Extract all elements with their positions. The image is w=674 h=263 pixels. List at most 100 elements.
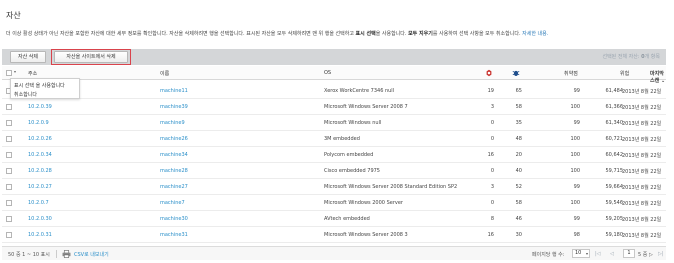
asset-name[interactable]: machine31 — [160, 232, 188, 238]
row-checkbox[interactable] — [6, 120, 12, 126]
asset-risk: 61,340 — [605, 120, 624, 126]
column-vulnerabilities[interactable]: 취약점 — [564, 70, 578, 77]
asset-name[interactable]: machine27 — [160, 184, 188, 190]
select-shown-menu-item[interactable]: 표시 선택 을 사용합니다 — [14, 82, 65, 89]
exploit-icon[interactable] — [485, 69, 493, 79]
row-checkbox[interactable] — [6, 232, 12, 238]
description-bold-clear-all: 모두 지우기 — [408, 31, 433, 37]
asset-last-scan: 2013년 8월 22일 — [622, 233, 662, 239]
table-row[interactable]: 10.2.0.30 machine30 AVtech embedded 8 46 99 59… — [2, 211, 666, 227]
asset-address[interactable]: 10.2.0.28 — [28, 168, 52, 174]
asset-address[interactable]: 10.2.0.30 — [28, 216, 52, 222]
asset-last-scan: 2013년 8월 22일 — [622, 201, 662, 207]
asset-vulnerabilities: 99 — [573, 184, 580, 190]
row-checkbox[interactable] — [6, 168, 12, 174]
row-checkbox[interactable] — [6, 152, 12, 158]
next-page-button[interactable]: 5 중 ▷ — [638, 251, 653, 258]
rows-per-page-label: 페이지당 행 수: — [532, 252, 565, 258]
asset-exploits: 3 — [490, 104, 494, 110]
page-description: 더 이상 활성 상태가 아닌 자산을 포함한 자산에 대한 세부 정보를 확인합… — [6, 30, 548, 37]
asset-risk: 60,642 — [605, 152, 624, 158]
asset-last-scan: 2013년 8월 22일 — [622, 185, 662, 191]
asset-os: Xerox WorkCentre 7346 null — [324, 88, 395, 94]
chevron-down-icon[interactable]: ▾ — [14, 69, 16, 74]
asset-last-scan: 2013년 8월 22일 — [622, 169, 662, 175]
asset-exploits: 19 — [487, 88, 494, 94]
asset-address[interactable]: 10.2.0.9 — [28, 120, 49, 126]
asset-malware: 52 — [515, 184, 522, 190]
last-page-button[interactable]: ▷| — [658, 251, 664, 257]
selected-count: 선택된 전체 자산: 0개 항목 — [602, 53, 660, 60]
asset-address[interactable]: 10.2.0.27 — [28, 184, 52, 190]
asset-os: Polycom embedded — [324, 152, 374, 158]
asset-malware: 40 — [515, 168, 522, 174]
table-row[interactable]: 10.2.0.28 machine28 Cisco embedded 7975 0 40… — [2, 163, 666, 179]
row-checkbox[interactable] — [6, 216, 12, 222]
column-address[interactable]: 주소 — [28, 70, 37, 77]
asset-vulnerabilities: 98 — [573, 232, 580, 238]
table-row[interactable]: 10.2.0.34 machine34 Polycom embedded 16 20 10… — [2, 147, 666, 163]
row-checkbox[interactable] — [6, 200, 12, 206]
export-csv-link[interactable]: CSV로 내보내기 — [74, 251, 109, 258]
page-number-input[interactable]: 1 — [623, 249, 635, 258]
select-all-checkbox[interactable] — [6, 70, 12, 76]
learn-more-link[interactable]: 자세한 내용. — [522, 31, 548, 37]
asset-malware: 30 — [515, 232, 522, 238]
asset-last-scan: 2013년 8월 22일 — [622, 153, 662, 159]
asset-exploits: 0 — [490, 200, 494, 206]
table-row[interactable]: 10.2.0.9 machine9 Microsoft Windows null 0 3… — [2, 115, 666, 131]
asset-malware: 35 — [515, 120, 522, 126]
asset-last-scan: 2013년 8월 22일 — [622, 121, 662, 127]
asset-name[interactable]: machine9 — [160, 120, 185, 126]
printer-icon[interactable] — [62, 250, 71, 258]
selected-suffix: 개 항목 — [644, 54, 660, 60]
row-checkbox[interactable] — [6, 136, 12, 142]
asset-os: Microsoft Windows null — [324, 120, 382, 126]
table-row[interactable]: machine11 Xerox WorkCentre 7346 null 19 65 9… — [2, 83, 666, 99]
asset-name[interactable]: machine11 — [160, 88, 188, 94]
prev-page-button[interactable]: ◁ — [610, 251, 614, 257]
asset-risk: 61,366 — [605, 104, 624, 110]
asset-address[interactable]: 10.2.0.34 — [28, 152, 52, 158]
table-row[interactable]: 10.2.0.27 machine27 Microsoft Windows Serv… — [2, 179, 666, 195]
asset-name[interactable]: machine28 — [160, 168, 188, 174]
asset-name[interactable]: machine30 — [160, 216, 188, 222]
table-row[interactable]: 10.2.0.39 machine39 Microsoft Windows Serv… — [2, 99, 666, 115]
column-os[interactable]: OS — [324, 70, 331, 76]
rows-per-page-select[interactable]: 10 ▾ — [572, 249, 590, 258]
asset-risk: 59,546 — [605, 200, 624, 206]
asset-name[interactable]: machine26 — [160, 136, 188, 142]
asset-address[interactable]: 10.2.0.39 — [28, 104, 52, 110]
asset-name[interactable]: machine34 — [160, 152, 188, 158]
table-row[interactable]: 10.2.0.31 machine31 Microsoft Windows Serv… — [2, 227, 666, 243]
asset-os: Cisco embedded 7975 — [324, 168, 380, 174]
row-checkbox[interactable] — [6, 104, 12, 110]
asset-address[interactable]: 10.2.0.31 — [28, 232, 52, 238]
delete-from-site-button[interactable]: 자산을 사이트에서 삭제 — [54, 51, 128, 63]
asset-last-scan: 2013년 8월 22일 — [622, 217, 662, 223]
asset-os: Microsoft Windows Server 2008 7 — [324, 104, 408, 110]
asset-os: 3M embedded — [324, 136, 360, 142]
table-row[interactable]: 10.2.0.7 machine7 Microsoft Windows 2000 S… — [2, 195, 666, 211]
asset-exploits: 16 — [487, 232, 494, 238]
asset-malware: 48 — [515, 136, 522, 142]
column-name[interactable]: 이름 — [160, 70, 169, 77]
cancel-selection-menu-item[interactable]: 취소합니다 — [14, 91, 37, 98]
column-risk[interactable]: 위험 — [620, 70, 629, 77]
asset-name[interactable]: machine7 — [160, 200, 185, 206]
first-page-button[interactable]: |◁ — [595, 251, 601, 257]
delete-asset-button[interactable]: 자산 삭제 — [10, 51, 46, 63]
asset-address[interactable]: 10.2.0.7 — [28, 200, 49, 206]
asset-malware: 65 — [515, 88, 522, 94]
row-checkbox[interactable] — [6, 184, 12, 190]
table-row[interactable]: 10.2.0.26 machine26 3M embedded 0 48 100 60,72… — [2, 131, 666, 147]
column-last-scan[interactable]: 마지막 스캔 ⌄ — [650, 70, 666, 84]
asset-name[interactable]: machine39 — [160, 104, 188, 110]
showing-range: 50 중 1 ~ 10 표시 — [8, 252, 50, 258]
asset-malware: 20 — [515, 152, 522, 158]
asset-malware: 58 — [515, 200, 522, 206]
asset-address[interactable]: 10.2.0.26 — [28, 136, 52, 142]
asset-vulnerabilities: 100 — [570, 104, 580, 110]
asset-malware: 46 — [515, 216, 522, 222]
malware-icon[interactable] — [512, 69, 520, 79]
